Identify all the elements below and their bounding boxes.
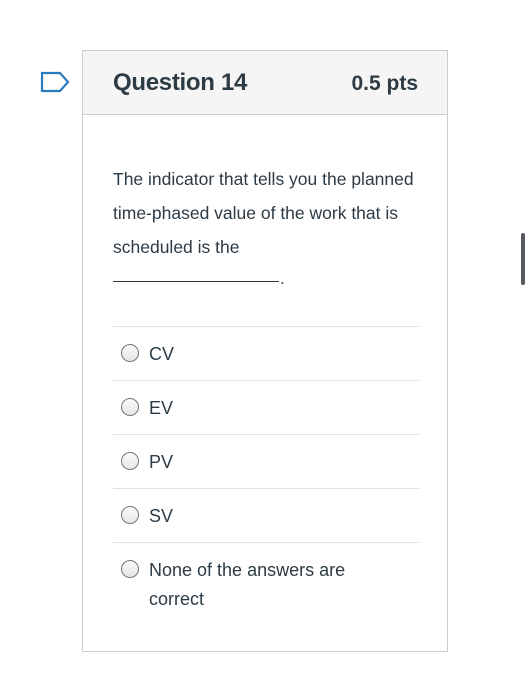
answer-label: SV bbox=[149, 506, 174, 526]
answer-option[interactable]: None of the answers are correct bbox=[113, 542, 419, 622]
question-header: Question 14 0.5 pts bbox=[83, 51, 447, 115]
question-card: Question 14 0.5 pts The indicator that t… bbox=[82, 50, 448, 652]
blank-period: . bbox=[280, 269, 285, 288]
radio-button[interactable] bbox=[121, 452, 139, 470]
radio-button[interactable] bbox=[121, 506, 139, 524]
answer-label: CV bbox=[149, 344, 175, 364]
answer-option[interactable]: CV bbox=[113, 326, 419, 380]
radio-button[interactable] bbox=[121, 398, 139, 416]
answer-list: CV EV PV SV None of the answers are corr… bbox=[113, 326, 419, 622]
answer-label: PV bbox=[149, 452, 174, 472]
answer-option[interactable]: EV bbox=[113, 380, 419, 434]
answer-label: EV bbox=[149, 398, 174, 418]
radio-button[interactable] bbox=[121, 560, 139, 578]
question-points: 0.5 pts bbox=[351, 72, 418, 95]
answer-option[interactable]: SV bbox=[113, 488, 419, 542]
scrollbar-thumb[interactable] bbox=[521, 233, 525, 285]
radio-button[interactable] bbox=[121, 344, 139, 362]
flag-question-icon[interactable] bbox=[40, 71, 70, 93]
answer-label: None of the answers are correct bbox=[149, 560, 346, 609]
answer-option[interactable]: PV bbox=[113, 434, 419, 488]
question-title: Question 14 bbox=[113, 69, 248, 96]
answer-blank bbox=[113, 281, 279, 282]
question-text: The indicator that tells you the planned… bbox=[113, 169, 414, 257]
